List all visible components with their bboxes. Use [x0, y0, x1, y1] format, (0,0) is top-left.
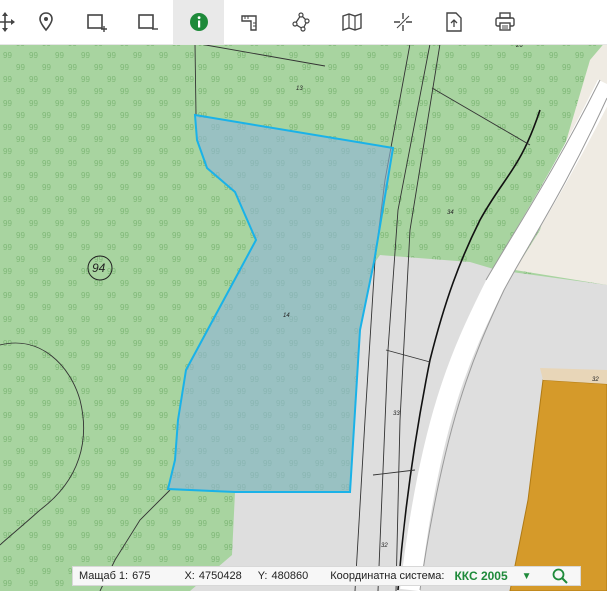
measure-button[interactable] [224, 0, 275, 44]
parcel-label: 32 [381, 543, 388, 549]
parcel-label: 32 [592, 377, 599, 383]
polygon-tool-icon [291, 12, 310, 32]
info-button[interactable] [173, 0, 224, 44]
parcel-label: 34 [447, 210, 454, 216]
add-rectangle-button[interactable] [71, 0, 122, 44]
map-layers-button[interactable] [326, 0, 377, 44]
coordinates-button[interactable] [377, 0, 428, 44]
coordinate-search-button[interactable] [552, 568, 568, 584]
info-icon [189, 13, 208, 31]
crs-label: Координатна система: [330, 570, 445, 582]
printer-icon [494, 12, 515, 31]
remove-rectangle-button[interactable] [122, 0, 173, 44]
rectangle-minus-icon [137, 14, 158, 30]
parcel-label: 14 [283, 313, 290, 319]
scale-label: Мащаб 1: [79, 570, 129, 582]
crosshair-icon [393, 13, 412, 31]
map-pin-icon [38, 12, 53, 32]
x-label: X: [184, 570, 195, 582]
polygon-tool-button[interactable] [275, 0, 326, 44]
crs-value[interactable]: ККС 2005 [454, 569, 507, 583]
ruler-icon [240, 15, 257, 31]
crs-dropdown-caret[interactable]: ▼ [522, 571, 532, 582]
rectangle-plus-icon [86, 14, 107, 32]
folded-map-icon [341, 13, 362, 31]
pan-button[interactable] [0, 0, 20, 44]
circled-label: 94 [92, 261, 106, 275]
y-label: Y: [257, 570, 268, 582]
print-button[interactable] [479, 0, 530, 44]
status-bar: Мащаб 1: 675 X: 4750428 Y: 480860 Коорди… [72, 566, 581, 586]
search-icon [552, 568, 568, 584]
scale-value[interactable]: 675 [132, 570, 150, 582]
move-icon [0, 12, 15, 32]
export-button[interactable] [428, 0, 479, 44]
export-document-icon [445, 12, 462, 32]
parcel-label: 33 [393, 411, 400, 417]
map-canvas[interactable]: 99 99 13 14 34 33 32 26 32 94 [0, 0, 607, 591]
x-value: 4750428 [198, 570, 242, 582]
toolbar [0, 0, 607, 45]
y-value: 480860 [271, 570, 309, 582]
locate-button[interactable] [20, 0, 71, 44]
parcel-label: 13 [296, 86, 303, 92]
